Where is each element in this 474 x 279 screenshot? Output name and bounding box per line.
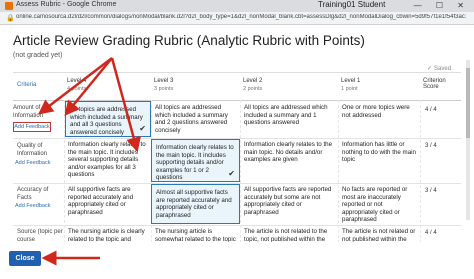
rubric-cell-quality-level3[interactable]: Information clearly relates to the main …	[151, 139, 240, 182]
rubric-cell-amount-level1[interactable]: One or more topics were not addressed	[342, 104, 418, 119]
dialog-footer	[0, 242, 474, 279]
level3-points: 3 points	[154, 86, 174, 92]
scrollbar-thumb[interactable]	[466, 68, 470, 138]
cell-text: Almost all supportive facts are reported…	[156, 189, 232, 219]
rubric-header-row: Criteria Level 4 4 points Level 3 3 poin…	[13, 73, 461, 101]
add-feedback-link-accuracy[interactable]: Add Feedback	[15, 203, 50, 209]
rubric-cell-amount-level3[interactable]: All topics are addressed which included …	[155, 104, 237, 134]
criterion-score-quality: 3 / 4	[425, 143, 437, 149]
rubric-cell-accuracy-level3[interactable]: Almost all supportive facts are reported…	[151, 184, 240, 224]
rubric-cell-quality-level2[interactable]: Information clearly relates to the main …	[244, 141, 334, 164]
address-bar[interactable]: 🔒 online.camosourca.d2l/d2l/common/dialo…	[0, 12, 474, 25]
window-controls[interactable]: — ☐ ✕	[414, 1, 470, 10]
level3-header: Level 3 3 points	[154, 78, 173, 92]
rubric-cell-accuracy-level1[interactable]: No facts are reported or most are inaccu…	[342, 186, 418, 224]
rubric-cell-accuracy-level2[interactable]: All supportive facts are reported accura…	[244, 186, 334, 216]
saved-indicator: ✓ Saved	[427, 65, 451, 72]
level4-name: Level 4	[67, 78, 87, 84]
level3-name: Level 3	[154, 78, 174, 84]
criterion-quality-of-information: Quality of Information	[17, 143, 48, 157]
window-titlebar: Assess Rubric - Google Chrome Training01…	[0, 0, 474, 12]
rubric-dialog: Article Review Grading Rubric (Analytic …	[0, 25, 474, 279]
add-feedback-button-amount[interactable]: Add Feedback	[13, 122, 51, 132]
rubric-table: Criteria Level 4 4 points Level 3 3 poin…	[13, 72, 461, 268]
url-text[interactable]: online.camosourca.d2l/d2l/common/dialogs…	[16, 14, 466, 20]
level2-header: Level 2 2 points	[243, 78, 262, 92]
checkmark-icon: ✔	[139, 124, 146, 134]
criteria-header: Criteria	[17, 82, 37, 88]
checkmark-icon: ✔	[228, 169, 235, 179]
rubric-cell-accuracy-level4[interactable]: All supportive facts are reported accura…	[68, 186, 148, 216]
level4-points: 4 points	[67, 86, 87, 92]
rubric-cell-amount-level4[interactable]: All topics are addressed which included …	[65, 101, 151, 137]
background-tab-title[interactable]: Training01 Student	[318, 0, 385, 9]
criterion-accuracy-of-facts: Accuracy of Facts	[17, 187, 49, 201]
level1-name: Level 1	[341, 78, 361, 84]
level2-points: 2 points	[243, 86, 263, 92]
level4-header: Level 4 4 points	[67, 78, 86, 92]
rubric-cell-amount-level2[interactable]: All topics are addressed which included …	[244, 104, 334, 127]
rubric-cell-quality-level1[interactable]: Information has little or nothing to do …	[342, 141, 418, 164]
add-feedback-link-quality[interactable]: Add Feedback	[15, 160, 50, 166]
window-title: Assess Rubric - Google Chrome	[16, 1, 117, 8]
cell-text: Information clearly relates to the main …	[156, 144, 234, 182]
grade-status: (not graded yet)	[13, 52, 63, 59]
criterion-score-source: 4 / 4	[425, 230, 437, 236]
rubric-cell-quality-level4[interactable]: Information clearly relates to the main …	[68, 141, 148, 179]
criterion-amount-of-information: Amount of Information	[13, 105, 44, 119]
criterion-score-amount: 4 / 4	[425, 107, 437, 113]
level2-name: Level 2	[243, 78, 263, 84]
row-divider	[13, 225, 461, 226]
criterion-score-accuracy: 3 / 4	[425, 188, 437, 194]
close-button[interactable]: Close	[9, 251, 41, 266]
level1-header: Level 1 1 point	[341, 78, 360, 92]
criterion-score-header: Criterion Score	[423, 78, 446, 90]
cell-text: All topics are addressed which included …	[70, 106, 143, 136]
lock-icon: 🔒	[6, 15, 15, 22]
app-favicon-icon	[5, 2, 13, 10]
dialog-title: Article Review Grading Rubric (Analytic …	[13, 33, 365, 48]
level1-points: 1 point	[341, 86, 358, 92]
